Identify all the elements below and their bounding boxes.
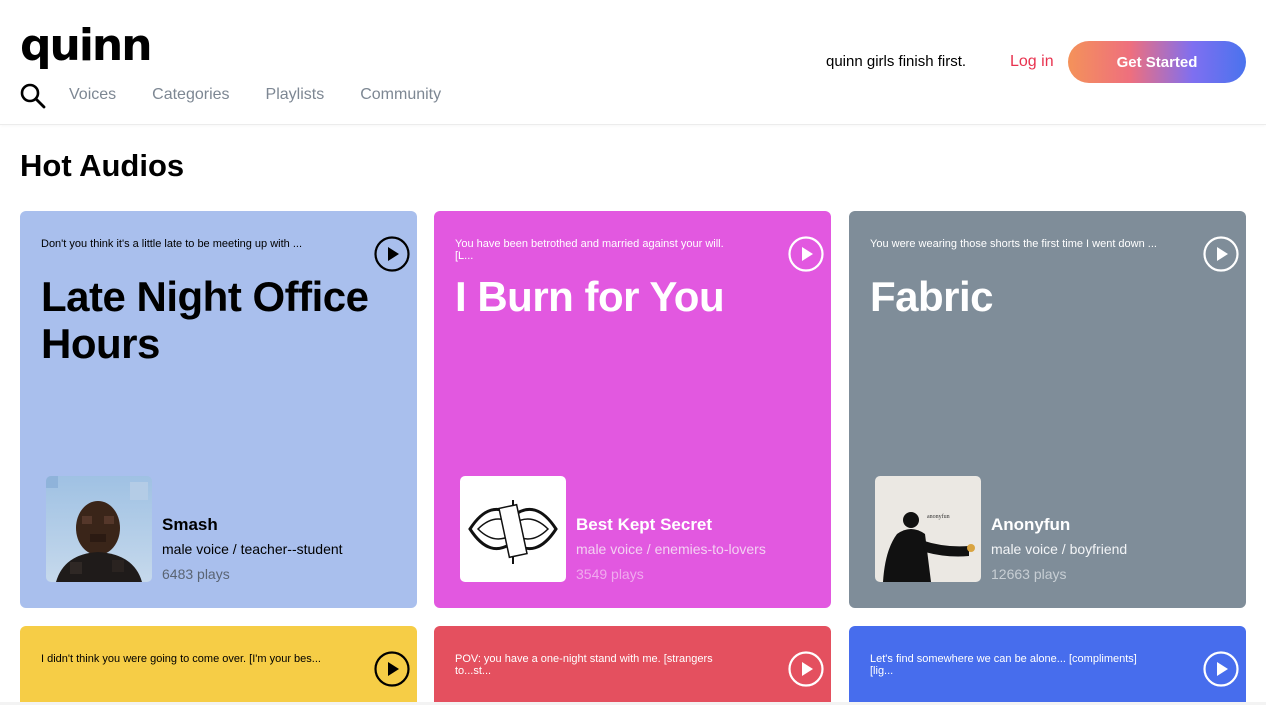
audio-blurb: You were wearing those shorts the first …	[870, 238, 1157, 250]
audio-blurb: POV: you have a one-night stand with me.…	[455, 653, 713, 677]
audio-title: Late Night Office Hours	[41, 273, 369, 367]
play-count: 3549 plays	[576, 566, 644, 582]
voice-tags: male voice / enemies-to-lovers	[576, 541, 766, 557]
nav-playlists[interactable]: Playlists	[266, 86, 325, 104]
play-count: 6483 plays	[162, 566, 230, 582]
login-link[interactable]: Log in	[1010, 52, 1054, 71]
play-icon[interactable]	[1203, 236, 1239, 272]
audio-card[interactable]: I didn't think you were going to come ov…	[20, 626, 417, 705]
play-icon[interactable]	[788, 651, 824, 687]
play-icon[interactable]	[1203, 651, 1239, 687]
audio-card[interactable]: You have been betrothed and married agai…	[434, 211, 831, 608]
play-icon[interactable]	[788, 236, 824, 272]
audio-blurb: Don't you think it's a little late to be…	[41, 238, 303, 250]
audio-card[interactable]: You were wearing those shorts the first …	[849, 211, 1246, 608]
voice-tags: male voice / teacher--student	[162, 541, 343, 557]
audio-blurb: You have been betrothed and married agai…	[455, 238, 724, 262]
audio-card[interactable]: Let's find somewhere we can be alone... …	[849, 626, 1246, 705]
nav-voices[interactable]: Voices	[69, 86, 116, 104]
avatar-caption: anonyfun	[927, 513, 950, 520]
get-started-button[interactable]: Get Started	[1068, 41, 1246, 83]
audio-title: I Burn for You	[455, 273, 725, 320]
site-header: quinn Voices Categories Playlists Commun…	[0, 0, 1266, 125]
main-nav: Voices Categories Playlists Community	[69, 86, 477, 104]
voice-tags: male voice / boyfriend	[991, 541, 1128, 557]
audio-blurb: Let's find somewhere we can be alone... …	[870, 653, 1137, 677]
audio-card[interactable]: Don't you think it's a little late to be…	[20, 211, 417, 608]
creator-name[interactable]: Anonyfun	[991, 515, 1070, 535]
creator-avatar: anonyfun	[875, 476, 981, 582]
audio-blurb: I didn't think you were going to come ov…	[41, 653, 321, 665]
audio-card[interactable]: POV: you have a one-night stand with me.…	[434, 626, 831, 705]
quinn-logo[interactable]: quinn	[20, 24, 153, 68]
creator-name[interactable]: Best Kept Secret	[576, 515, 712, 535]
audio-title: Fabric	[870, 273, 994, 320]
search-icon[interactable]	[20, 83, 46, 109]
nav-categories[interactable]: Categories	[152, 86, 229, 104]
section-title: Hot Audios	[20, 148, 185, 183]
creator-name[interactable]: Smash	[162, 515, 218, 535]
nav-community[interactable]: Community	[360, 86, 441, 104]
tagline: quinn girls finish first.	[826, 53, 967, 70]
play-icon[interactable]	[374, 651, 410, 687]
creator-avatar	[46, 476, 152, 582]
play-count: 12663 plays	[991, 566, 1067, 582]
play-icon[interactable]	[374, 236, 410, 272]
creator-avatar	[460, 476, 566, 582]
